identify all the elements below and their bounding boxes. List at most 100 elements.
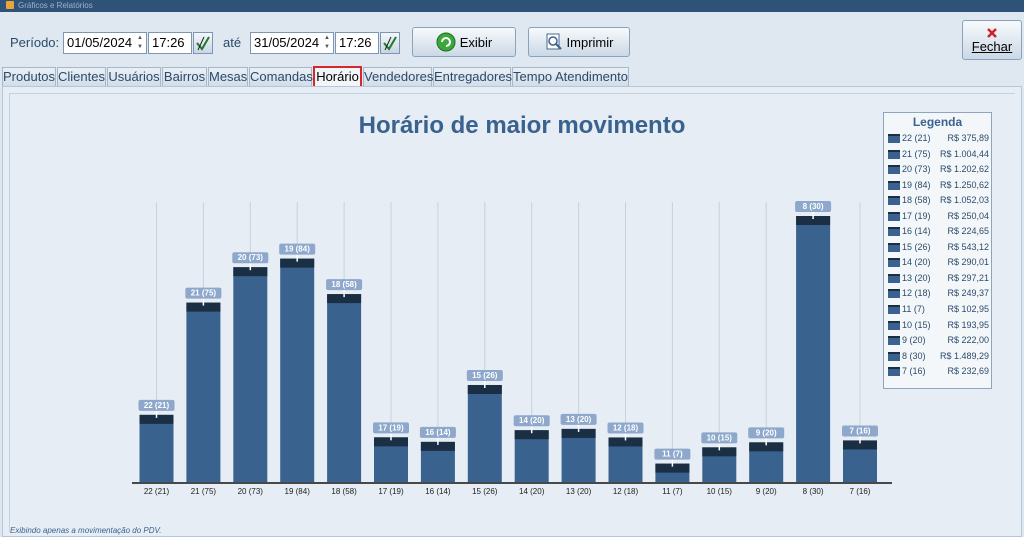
legend-key: 8 (30) (902, 350, 926, 361)
x-tick-label: 18 (58) (331, 487, 357, 496)
data-label: 15 (26) (472, 371, 498, 380)
x-tick-label: 11 (7) (662, 487, 683, 496)
legend-item: 16 (14) R$ 224,65 (884, 224, 991, 240)
legend-swatch (888, 165, 900, 175)
data-label: 8 (30) (803, 202, 824, 211)
bar (280, 258, 315, 482)
x-tick-label: 7 (16) (850, 487, 871, 496)
legend-key: 16 (14) (902, 226, 931, 237)
legend-swatch (888, 180, 900, 190)
x-tick-label: 14 (20) (519, 487, 545, 496)
x-tick-label: 8 (30) (803, 487, 824, 496)
legend-item: 8 (30) R$ 1.489,29 (884, 349, 991, 365)
legend-value: R$ 1.202,62 (939, 164, 989, 175)
legend-value: R$ 1.489,29 (939, 350, 989, 361)
legend-key: 18 (58) (902, 195, 931, 206)
legend-value: R$ 1.004,44 (939, 148, 989, 159)
legend-key: 17 (19) (902, 210, 931, 221)
data-label: 7 (16) (850, 426, 871, 435)
data-label: 12 (18) (613, 423, 639, 432)
legend-value: R$ 250,04 (947, 210, 989, 221)
x-tick-label: 12 (18) (613, 487, 639, 496)
legend-key: 12 (18) (902, 288, 931, 299)
legend-value: R$ 1.052,03 (939, 195, 989, 206)
bar (327, 294, 362, 482)
legend-swatch (888, 351, 900, 361)
legend-swatch (888, 258, 900, 268)
x-tick-label: 15 (26) (472, 487, 498, 496)
bar (467, 384, 502, 482)
x-tick-label: 13 (20) (566, 487, 592, 496)
legend-item: 9 (20) R$ 222,00 (884, 333, 991, 349)
legend-key: 21 (75) (902, 148, 931, 159)
data-label: 21 (75) (191, 289, 217, 298)
data-label: 17 (19) (378, 423, 404, 432)
legend-item: 18 (58) R$ 1.052,03 (884, 193, 991, 209)
data-label: 13 (20) (566, 415, 592, 424)
data-label: 10 (15) (707, 433, 733, 442)
x-tick-label: 16 (14) (425, 487, 451, 496)
footer-note: Exibindo apenas a movimentação do PDV. (10, 526, 162, 535)
bar-chart: 22 (21) 22 (21) 21 (75) 21 (75) 20 (73) 20 (7… (132, 201, 892, 496)
legend-item: 7 (16) R$ 232,69 (884, 364, 991, 380)
legend: Legenda 22 (21) R$ 375,89 21 (75) R$ 1.004,… (883, 112, 992, 389)
data-label: 16 (14) (425, 428, 451, 437)
legend-value: R$ 297,21 (947, 272, 989, 283)
legend-key: 7 (16) (902, 366, 926, 377)
legend-swatch (888, 305, 900, 315)
legend-swatch (888, 242, 900, 252)
legend-value: R$ 290,01 (947, 257, 989, 268)
legend-value: R$ 232,69 (947, 366, 989, 377)
legend-value: R$ 375,89 (947, 133, 989, 143)
bar (186, 302, 221, 482)
legend-value: R$ 1.250,62 (939, 179, 989, 190)
legend-item: 14 (20) R$ 290,01 (884, 255, 991, 271)
x-tick-label: 19 (84) (285, 487, 311, 496)
legend-item: 15 (26) R$ 543,12 (884, 240, 991, 256)
legend-swatch (888, 273, 900, 283)
x-tick-label: 21 (75) (191, 487, 217, 496)
bar (139, 414, 174, 482)
legend-key: 20 (73) (902, 164, 931, 175)
legend-value: R$ 102,95 (947, 304, 989, 315)
legend-swatch (888, 211, 900, 221)
legend-swatch (888, 367, 900, 377)
legend-value: R$ 249,37 (947, 288, 989, 299)
legend-item: 17 (19) R$ 250,04 (884, 209, 991, 225)
legend-value: R$ 543,12 (947, 241, 989, 252)
legend-key: 9 (20) (902, 335, 926, 346)
legend-value: R$ 222,00 (947, 335, 989, 346)
legend-item: 11 (7) R$ 102,95 (884, 302, 991, 318)
legend-swatch (888, 227, 900, 237)
legend-value: R$ 224,65 (947, 226, 989, 237)
legend-key: 15 (26) (902, 241, 931, 252)
data-label: 22 (21) (144, 401, 170, 410)
legend-swatch (888, 320, 900, 330)
legend-item: 12 (18) R$ 249,37 (884, 286, 991, 302)
legend-key: 13 (20) (902, 272, 931, 283)
x-tick-label: 22 (21) (144, 487, 170, 496)
legend-key: 10 (15) (902, 319, 931, 330)
x-tick-label: 9 (20) (756, 487, 777, 496)
x-tick-label: 17 (19) (378, 487, 404, 496)
legend-key: 11 (7) (902, 304, 925, 315)
legend-item: 13 (20) R$ 297,21 (884, 271, 991, 287)
x-tick-label: 20 (73) (238, 487, 264, 496)
bar (233, 267, 268, 482)
legend-value: R$ 193,95 (947, 319, 989, 330)
bar (796, 216, 831, 482)
legend-item: 20 (73) R$ 1.202,62 (884, 162, 991, 178)
legend-item: 19 (84) R$ 1.250,62 (884, 178, 991, 194)
legend-item: 10 (15) R$ 193,95 (884, 318, 991, 334)
legend-item: 21 (75) R$ 1.004,44 (884, 147, 991, 163)
legend-swatch (888, 289, 900, 299)
legend-item: 22 (21) R$ 375,89 (884, 131, 991, 147)
legend-title: Legenda (912, 115, 963, 129)
data-label: 18 (58) (331, 280, 357, 289)
data-label: 14 (20) (519, 416, 545, 425)
legend-key: 14 (20) (902, 257, 931, 268)
legend-swatch (888, 196, 900, 206)
legend-swatch (888, 134, 900, 143)
data-label: 11 (7) (662, 450, 683, 459)
data-label: 20 (73) (238, 253, 264, 262)
